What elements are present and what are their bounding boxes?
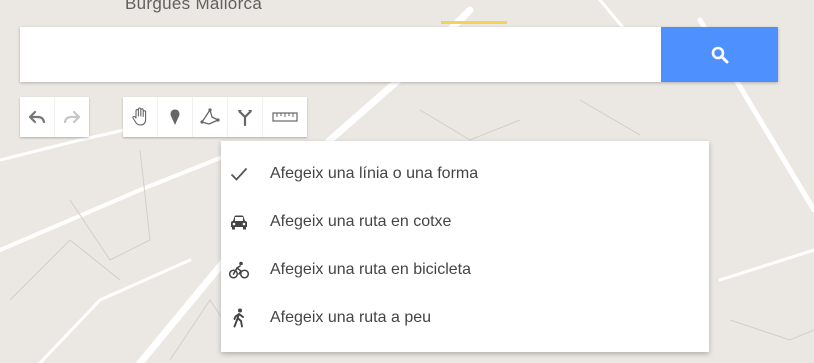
map-boundary bbox=[9, 239, 121, 301]
search-input[interactable] bbox=[20, 27, 660, 82]
menu-item-car-route[interactable]: Afegeix una ruta en cotxe bbox=[221, 200, 709, 244]
walking-icon bbox=[229, 307, 249, 329]
bicycle-icon bbox=[229, 259, 249, 281]
menu-item-label: Afegeix una línia o una forma bbox=[270, 165, 479, 182]
marker-button[interactable] bbox=[157, 97, 192, 137]
check-icon bbox=[229, 163, 249, 185]
line-type-menu: Afegeix una línia o una forma Afegeix un… bbox=[221, 141, 709, 352]
search-icon bbox=[711, 46, 728, 63]
menu-item-label: Afegeix una ruta en bicicleta bbox=[270, 261, 472, 278]
undo-icon bbox=[28, 110, 46, 124]
map-highlight-road bbox=[441, 21, 507, 24]
menu-item-bicycle-route[interactable]: Afegeix una ruta en bicicleta bbox=[221, 248, 709, 292]
map-boundary bbox=[579, 99, 641, 136]
map-road bbox=[718, 248, 814, 282]
draw-line-icon bbox=[200, 108, 220, 125]
menu-item-label: Afegeix una ruta a peu bbox=[270, 309, 432, 326]
measure-button[interactable] bbox=[262, 97, 307, 137]
map-road bbox=[0, 148, 242, 252]
undo-button[interactable] bbox=[20, 97, 54, 137]
search-button[interactable] bbox=[661, 27, 778, 82]
search-box bbox=[20, 27, 778, 82]
directions-icon bbox=[238, 110, 252, 126]
history-toolbar bbox=[20, 97, 89, 137]
redo-icon bbox=[63, 110, 81, 124]
menu-item-walking-route[interactable]: Afegeix una ruta a peu bbox=[221, 296, 709, 340]
tools-toolbar bbox=[123, 97, 307, 137]
pan-button[interactable] bbox=[123, 97, 157, 137]
hand-icon bbox=[132, 107, 147, 126]
map-boundary bbox=[729, 319, 814, 341]
ruler-icon bbox=[272, 112, 298, 122]
car-icon bbox=[229, 211, 249, 233]
draw-line-button[interactable] bbox=[192, 97, 227, 137]
map-boundary bbox=[419, 109, 521, 141]
marker-icon bbox=[170, 109, 180, 125]
map-place-label: Burgues Mallorca bbox=[125, 0, 263, 13]
directions-button[interactable] bbox=[227, 97, 262, 137]
menu-item-add-line[interactable]: Afegeix una línia o una forma bbox=[221, 152, 709, 196]
redo-button[interactable] bbox=[54, 97, 89, 137]
menu-item-label: Afegeix una ruta en cotxe bbox=[270, 213, 452, 230]
